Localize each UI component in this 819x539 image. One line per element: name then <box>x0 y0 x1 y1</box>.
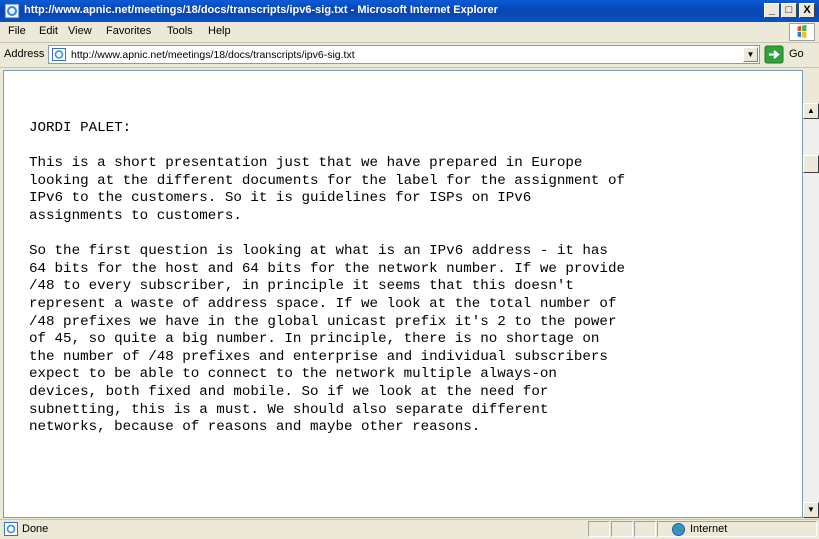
close-button[interactable]: X <box>799 3 815 18</box>
globe-icon <box>672 523 685 536</box>
status-pane-3 <box>634 521 656 537</box>
windows-flag-icon <box>789 23 815 41</box>
status-text: Done <box>22 523 49 535</box>
menu-favorites[interactable]: Favorites <box>106 25 151 37</box>
transcript-text: JORDI PALET: This is a short presentatio… <box>29 120 799 454</box>
speaker-heading: JORDI PALET: <box>29 120 132 136</box>
scroll-down-button[interactable]: ▼ <box>803 502 819 518</box>
go-label: Go <box>789 48 804 60</box>
menu-view[interactable]: View <box>68 25 92 37</box>
page-icon <box>52 48 66 61</box>
status-bar: Done Internet <box>0 519 819 539</box>
browser-window: http://www.apnic.net/meetings/18/docs/tr… <box>0 0 819 539</box>
status-pane-1 <box>588 521 610 537</box>
page-content[interactable]: JORDI PALET: This is a short presentatio… <box>3 70 803 518</box>
window-title: http://www.apnic.net/meetings/18/docs/tr… <box>24 4 498 16</box>
title-bar[interactable]: http://www.apnic.net/meetings/18/docs/tr… <box>0 0 819 22</box>
menu-edit[interactable]: Edit <box>39 25 58 37</box>
ie-page-icon <box>4 3 20 19</box>
menu-bar: File Edit View Favorites Tools Help <box>0 22 819 43</box>
menu-help[interactable]: Help <box>208 25 231 37</box>
vertical-scrollbar[interactable]: ▲ ▼ <box>803 103 819 518</box>
address-input[interactable]: http://www.apnic.net/meetings/18/docs/tr… <box>48 45 760 64</box>
go-button[interactable]: Go <box>764 45 816 64</box>
scroll-up-button[interactable]: ▲ <box>803 103 819 119</box>
menu-tools[interactable]: Tools <box>167 25 193 37</box>
zone-text: Internet <box>690 523 728 535</box>
menu-file[interactable]: File <box>8 25 26 37</box>
address-label: Address <box>4 48 45 60</box>
paragraph-2: So the first question is looking at what… <box>29 243 625 436</box>
go-arrow-icon <box>764 45 784 64</box>
address-dropdown-button[interactable]: ▼ <box>743 47 758 62</box>
paragraph-1: This is a short presentation just that w… <box>29 155 625 224</box>
done-page-icon <box>4 522 18 536</box>
address-bar: Address http://www.apnic.net/meetings/18… <box>0 43 819 68</box>
maximize-button[interactable]: □ <box>781 3 797 18</box>
address-url: http://www.apnic.net/meetings/18/docs/tr… <box>71 49 355 61</box>
minimize-button[interactable]: _ <box>764 3 780 18</box>
status-pane-2 <box>611 521 633 537</box>
scroll-thumb[interactable] <box>803 155 819 173</box>
